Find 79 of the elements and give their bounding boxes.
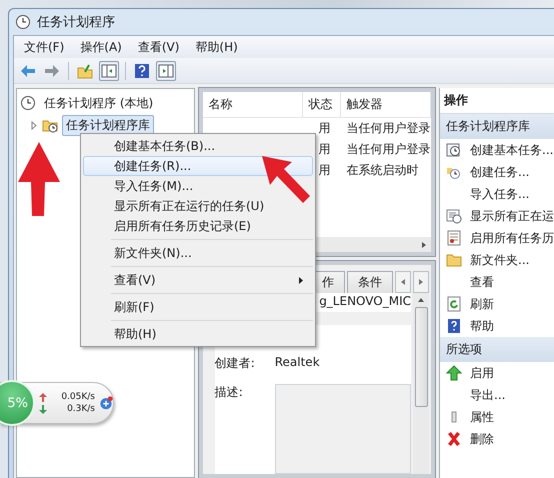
menu-item[interactable]: 启用所有任务历史记录(E) — [83, 216, 313, 236]
log-icon — [446, 230, 462, 246]
clock-icon — [15, 14, 31, 30]
calendar-clock-icon — [446, 142, 462, 158]
window-title: 任务计划程序 — [37, 14, 115, 31]
up-arrow-icon — [446, 365, 462, 381]
right-arrow-icon — [418, 278, 424, 286]
action-link[interactable]: 导出... — [470, 386, 506, 404]
submenu-arrow-icon — [298, 276, 304, 284]
task-list-icon — [446, 208, 462, 224]
action-link[interactable]: 导入任务... — [470, 186, 530, 202]
upload-speed: 0.05K/s — [61, 392, 95, 402]
upload-icon — [39, 392, 47, 402]
help-icon — [134, 62, 150, 78]
back-arrow-icon — [20, 62, 36, 78]
table-cell-text: 用 — [318, 162, 332, 179]
refresh-icon — [446, 296, 462, 312]
menu-item[interactable]: 操作(A) — [74, 36, 128, 58]
right-arrow-icon — [421, 240, 427, 248]
name-value: g_LENOVO_MIC — [319, 294, 411, 308]
action-link[interactable]: 启用所有任务历 — [470, 230, 554, 246]
clock-icon — [20, 95, 36, 111]
tab[interactable]: 条件 — [347, 271, 393, 293]
table-cell-text: 用 — [318, 141, 332, 158]
action-link[interactable]: 新文件夹... — [470, 252, 530, 268]
folder-icon — [446, 252, 462, 268]
field-value: Realtek — [274, 355, 321, 369]
field-label: 创建者: — [214, 355, 256, 372]
column-header[interactable]: 状态 — [302, 92, 341, 117]
help-icon — [446, 318, 462, 334]
pane-icon — [158, 62, 174, 78]
menu-item[interactable]: 创建任务(R)... — [83, 156, 313, 176]
up-arrow-icon — [417, 297, 425, 303]
action-link[interactable]: 属性 — [470, 408, 494, 426]
usage-percent: 5% — [7, 396, 28, 410]
field-label: 描述: — [214, 384, 244, 401]
action-link[interactable]: 帮助 — [470, 318, 494, 334]
pane-icon — [101, 62, 117, 78]
action-link[interactable]: 删除 — [470, 430, 494, 448]
group-header[interactable]: 任务计划程序库 — [440, 114, 554, 139]
table-cell-text: 当任何用户登录 — [346, 141, 431, 158]
menu-item[interactable]: 新文件夹(N)... — [83, 243, 313, 263]
left-arrow-icon — [400, 278, 406, 286]
forward-arrow-icon — [44, 62, 60, 78]
show-actions-button[interactable] — [156, 60, 176, 80]
menu-item[interactable]: 帮助(H) — [189, 36, 244, 58]
column-header[interactable]: 名称 — [202, 92, 303, 117]
menu-item[interactable]: 查看(V) — [132, 36, 186, 58]
description-field[interactable] — [274, 384, 411, 474]
column-header[interactable]: 触发器 — [340, 92, 431, 117]
tree-item[interactable]: 任务计划程序 (本地) — [40, 92, 158, 114]
menu-item[interactable]: 显示所有正在运行的任务(U) — [83, 196, 313, 216]
menu-item[interactable]: 刷新(F) — [83, 297, 313, 317]
pointer-arrow — [262, 156, 312, 204]
table-cell-text: 用 — [318, 120, 332, 137]
expand-icon — [30, 121, 38, 130]
scroll-right-button[interactable] — [413, 271, 429, 293]
action-link[interactable]: 显示所有正在运 — [470, 208, 554, 224]
menu-item[interactable]: 导入任务(M)... — [83, 176, 313, 196]
action-link[interactable]: 启用 — [470, 364, 494, 382]
download-icon — [39, 404, 47, 414]
download-speed: 0.3K/s — [67, 404, 95, 414]
menu-item[interactable]: 帮助(H) — [83, 324, 313, 344]
tree-item[interactable]: 任务计划程序库 — [62, 114, 154, 136]
scrollbar-thumb[interactable] — [414, 307, 428, 407]
menu-item[interactable]: 查看(V) — [83, 270, 313, 290]
show-tree-button[interactable] — [99, 60, 119, 80]
action-link[interactable]: 创建基本任务... — [470, 142, 554, 158]
action-link[interactable]: 刷新 — [470, 296, 494, 312]
folder-icon — [77, 62, 93, 78]
group-header[interactable]: 所选项 — [440, 337, 554, 362]
action-link[interactable]: 查看 — [470, 274, 494, 290]
scroll-left-button[interactable] — [395, 271, 411, 293]
menu-item[interactable]: 文件(F) — [18, 36, 70, 58]
table-cell-text: 当任何用户登录 — [346, 120, 431, 137]
menu-item[interactable]: 创建基本任务(B)... — [83, 136, 313, 156]
table-cell-text: 在系统启动时 — [346, 162, 420, 179]
delete-icon — [446, 431, 462, 447]
action-link[interactable]: 创建任务... — [470, 164, 530, 180]
